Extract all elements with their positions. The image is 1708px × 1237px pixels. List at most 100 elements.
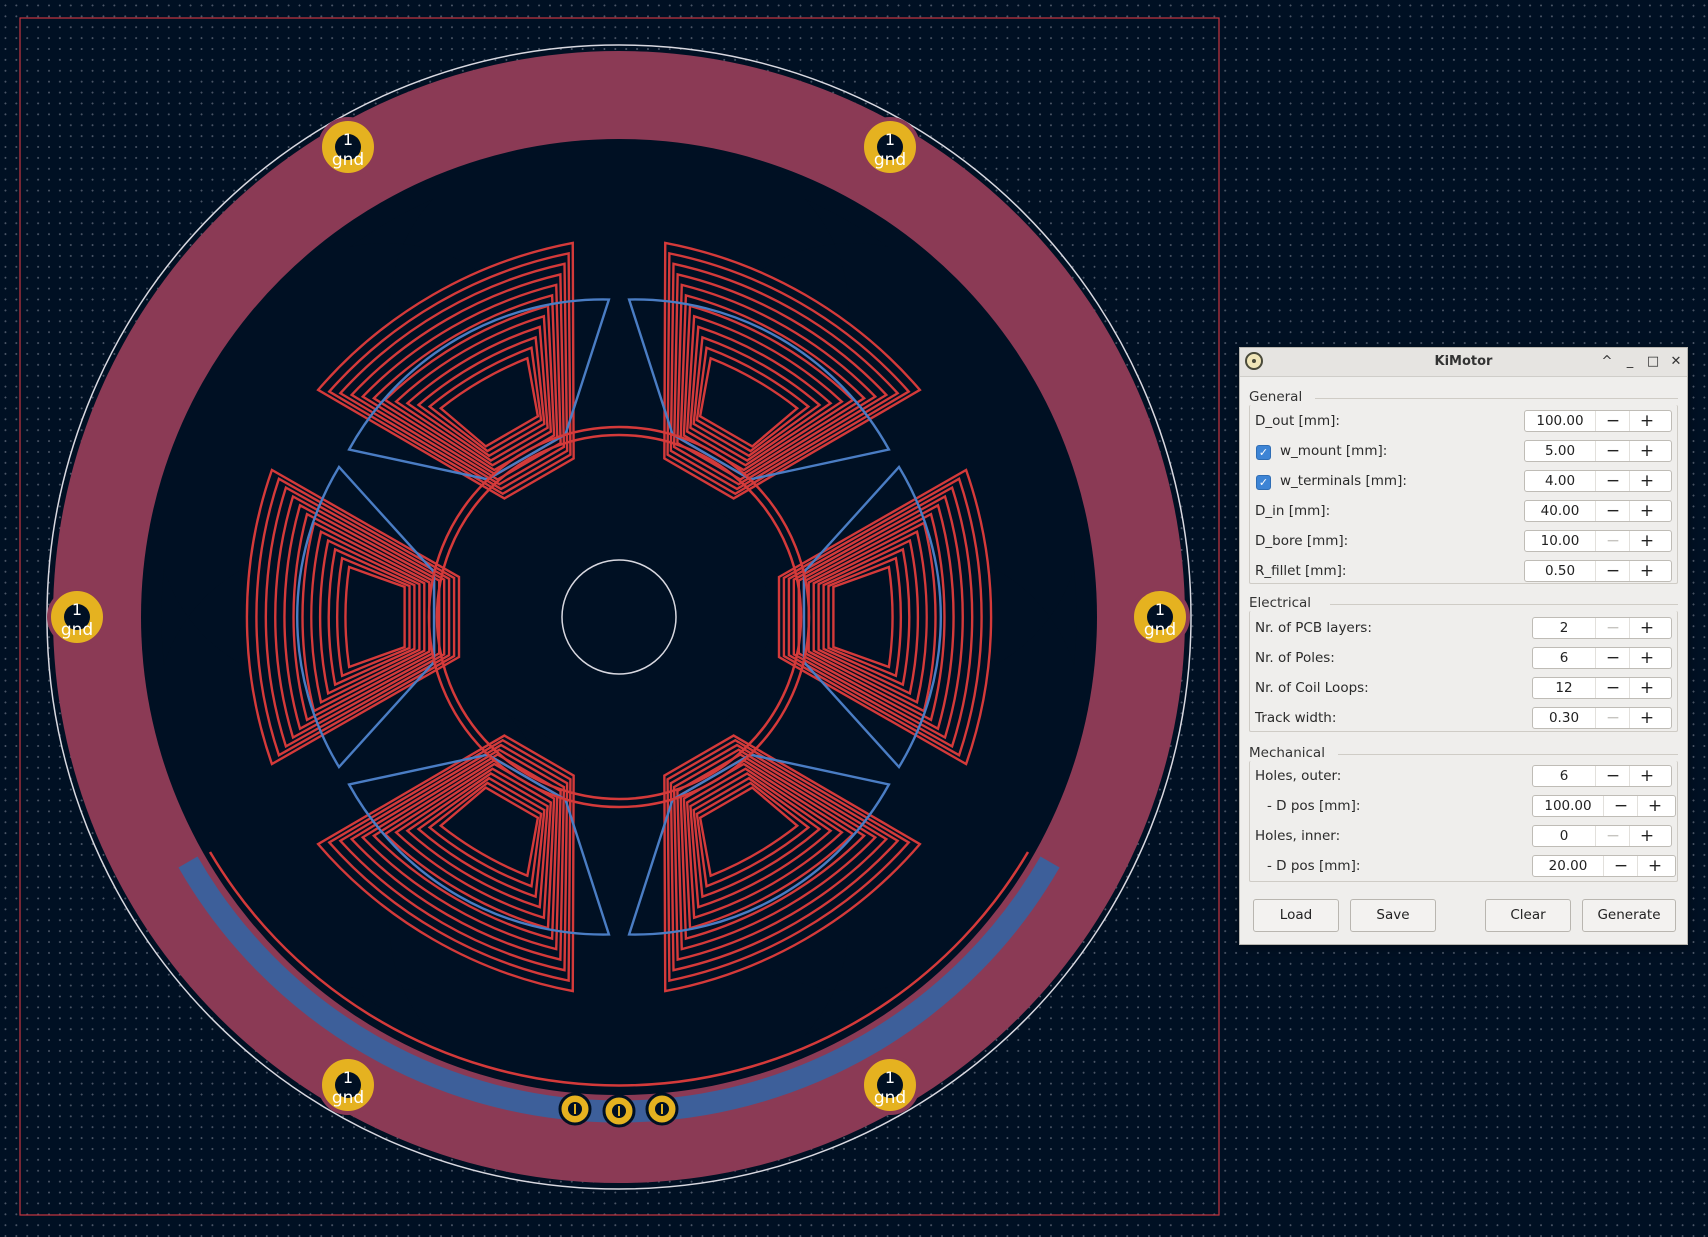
d-bore-value[interactable]: 10.00 xyxy=(1525,533,1595,549)
holes-inner-dpos-decrement[interactable]: − xyxy=(1603,856,1638,876)
coil-loops-value[interactable]: 12 xyxy=(1533,680,1595,696)
holes-inner-label: Holes, inner: xyxy=(1255,828,1341,844)
holes-inner-dpos-label: - D pos [mm]: xyxy=(1267,858,1361,874)
track-width-label: Track width: xyxy=(1255,710,1337,726)
d-bore-spinbox[interactable]: 10.00 − + xyxy=(1524,530,1672,552)
holes-outer-dpos-value[interactable]: 100.00 xyxy=(1533,798,1603,814)
row-coil-loops: Nr. of Coil Loops: 12 − + xyxy=(1249,674,1678,704)
coil-loops-label: Nr. of Coil Loops: xyxy=(1255,680,1369,696)
holes-outer-dpos-spinbox[interactable]: 100.00 − + xyxy=(1532,795,1676,817)
pad-net: gnd xyxy=(332,150,364,170)
pad-net: gnd xyxy=(61,620,93,640)
close-button[interactable]: ✕ xyxy=(1666,352,1686,372)
w-mount-label: w_mount [mm]: xyxy=(1280,443,1388,459)
holes-inner-value[interactable]: 0 xyxy=(1533,828,1595,844)
holes-inner-dpos-spinbox[interactable]: 20.00 − + xyxy=(1532,855,1676,877)
poles-spinbox[interactable]: 6 − + xyxy=(1532,647,1672,669)
w-terminals-label: w_terminals [mm]: xyxy=(1280,473,1407,489)
w-mount-spinbox[interactable]: 5.00 − + xyxy=(1524,440,1672,462)
d-bore-decrement[interactable]: − xyxy=(1595,531,1630,551)
pcb-layers-spinbox[interactable]: 2 − + xyxy=(1532,617,1672,639)
d-in-label: D_in [mm]: xyxy=(1255,503,1331,519)
mount-pad: 1 gnd xyxy=(860,1055,920,1115)
holes-outer-dpos-increment[interactable]: + xyxy=(1637,796,1672,816)
w-mount-checkbox[interactable]: ✓ xyxy=(1256,445,1271,460)
pad-number: 1 xyxy=(343,130,353,149)
r-fillet-label: R_fillet [mm]: xyxy=(1255,563,1347,579)
holes-outer-spinbox[interactable]: 6 − + xyxy=(1532,765,1672,787)
w-terminals-value[interactable]: 4.00 xyxy=(1525,473,1595,489)
coil-loops-decrement[interactable]: − xyxy=(1595,678,1630,698)
d-bore-increment[interactable]: + xyxy=(1629,531,1664,551)
coil-loops-increment[interactable]: + xyxy=(1629,678,1664,698)
track-width-value[interactable]: 0.30 xyxy=(1533,710,1595,726)
mount-pad: 1 gnd xyxy=(1130,587,1190,647)
track-width-decrement[interactable]: − xyxy=(1595,708,1630,728)
d-out-decrement[interactable]: − xyxy=(1595,411,1630,431)
maximize-button[interactable]: □ xyxy=(1643,352,1663,372)
d-in-increment[interactable]: + xyxy=(1629,501,1664,521)
w-terminals-spinbox[interactable]: 4.00 − + xyxy=(1524,470,1672,492)
pcb-layers-value[interactable]: 2 xyxy=(1533,620,1595,636)
d-bore-label: D_bore [mm]: xyxy=(1255,533,1349,549)
row-w-mount: ✓ w_mount [mm]: 5.00 − + xyxy=(1249,437,1678,467)
poles-value[interactable]: 6 xyxy=(1533,650,1595,666)
holes-inner-decrement[interactable]: − xyxy=(1595,826,1630,846)
minimize-button[interactable]: _ xyxy=(1620,352,1640,372)
row-poles: Nr. of Poles: 6 − + xyxy=(1249,644,1678,674)
r-fillet-decrement[interactable]: − xyxy=(1595,561,1630,581)
group-electrical-divider xyxy=(1330,604,1678,605)
clear-button[interactable]: Clear xyxy=(1485,899,1571,932)
w-mount-increment[interactable]: + xyxy=(1629,441,1664,461)
w-terminals-decrement[interactable]: − xyxy=(1595,471,1630,491)
group-electrical-label: Electrical xyxy=(1249,595,1312,611)
holes-outer-increment[interactable]: + xyxy=(1629,766,1664,786)
d-out-value[interactable]: 100.00 xyxy=(1525,413,1595,429)
w-terminals-increment[interactable]: + xyxy=(1629,471,1664,491)
collapse-button[interactable]: ^ xyxy=(1597,352,1617,372)
d-in-decrement[interactable]: − xyxy=(1595,501,1630,521)
generate-button[interactable]: Generate xyxy=(1582,899,1676,932)
r-fillet-increment[interactable]: + xyxy=(1629,561,1664,581)
load-button[interactable]: Load xyxy=(1253,899,1339,932)
d-out-spinbox[interactable]: 100.00 − + xyxy=(1524,410,1672,432)
w-mount-decrement[interactable]: − xyxy=(1595,441,1630,461)
mount-pad: 1 gnd xyxy=(47,587,107,647)
pad-net: gnd xyxy=(874,150,906,170)
holes-outer-value[interactable]: 6 xyxy=(1533,768,1595,784)
pcb-layers-decrement[interactable]: − xyxy=(1595,618,1630,638)
track-width-increment[interactable]: + xyxy=(1629,708,1664,728)
terminal-pad xyxy=(602,1094,636,1128)
mount-pad: 1 gnd xyxy=(318,117,378,177)
holes-inner-spinbox[interactable]: 0 − + xyxy=(1532,825,1672,847)
holes-inner-increment[interactable]: + xyxy=(1629,826,1664,846)
row-holes-inner: Holes, inner: 0 − + xyxy=(1249,822,1678,852)
holes-inner-dpos-value[interactable]: 20.00 xyxy=(1533,858,1603,874)
poles-increment[interactable]: + xyxy=(1629,648,1664,668)
poles-decrement[interactable]: − xyxy=(1595,648,1630,668)
pcb-layers-label: Nr. of PCB layers: xyxy=(1255,620,1372,636)
pcb-layers-increment[interactable]: + xyxy=(1629,618,1664,638)
r-fillet-spinbox[interactable]: 0.50 − + xyxy=(1524,560,1672,582)
holes-inner-dpos-increment[interactable]: + xyxy=(1637,856,1672,876)
d-out-increment[interactable]: + xyxy=(1629,411,1664,431)
row-d-out: D_out [mm]: 100.00 − + xyxy=(1249,407,1678,437)
holes-outer-decrement[interactable]: − xyxy=(1595,766,1630,786)
group-mechanical-divider xyxy=(1338,754,1678,755)
save-button[interactable]: Save xyxy=(1350,899,1436,932)
pad-net: gnd xyxy=(332,1088,364,1108)
terminal-pad xyxy=(558,1092,592,1126)
row-holes-inner-dpos: - D pos [mm]: 20.00 − + xyxy=(1249,852,1678,882)
w-mount-value[interactable]: 5.00 xyxy=(1525,443,1595,459)
track-width-spinbox[interactable]: 0.30 − + xyxy=(1532,707,1672,729)
r-fillet-value[interactable]: 0.50 xyxy=(1525,563,1595,579)
group-general-label: General xyxy=(1249,389,1303,405)
title-bar[interactable]: KiMotor ^ _ □ ✕ xyxy=(1240,348,1687,377)
holes-outer-dpos-decrement[interactable]: − xyxy=(1603,796,1638,816)
d-in-spinbox[interactable]: 40.00 − + xyxy=(1524,500,1672,522)
coil-loops-spinbox[interactable]: 12 − + xyxy=(1532,677,1672,699)
row-track-width: Track width: 0.30 − + xyxy=(1249,704,1678,734)
pad-net: gnd xyxy=(874,1088,906,1108)
d-in-value[interactable]: 40.00 xyxy=(1525,503,1595,519)
w-terminals-checkbox[interactable]: ✓ xyxy=(1256,475,1271,490)
